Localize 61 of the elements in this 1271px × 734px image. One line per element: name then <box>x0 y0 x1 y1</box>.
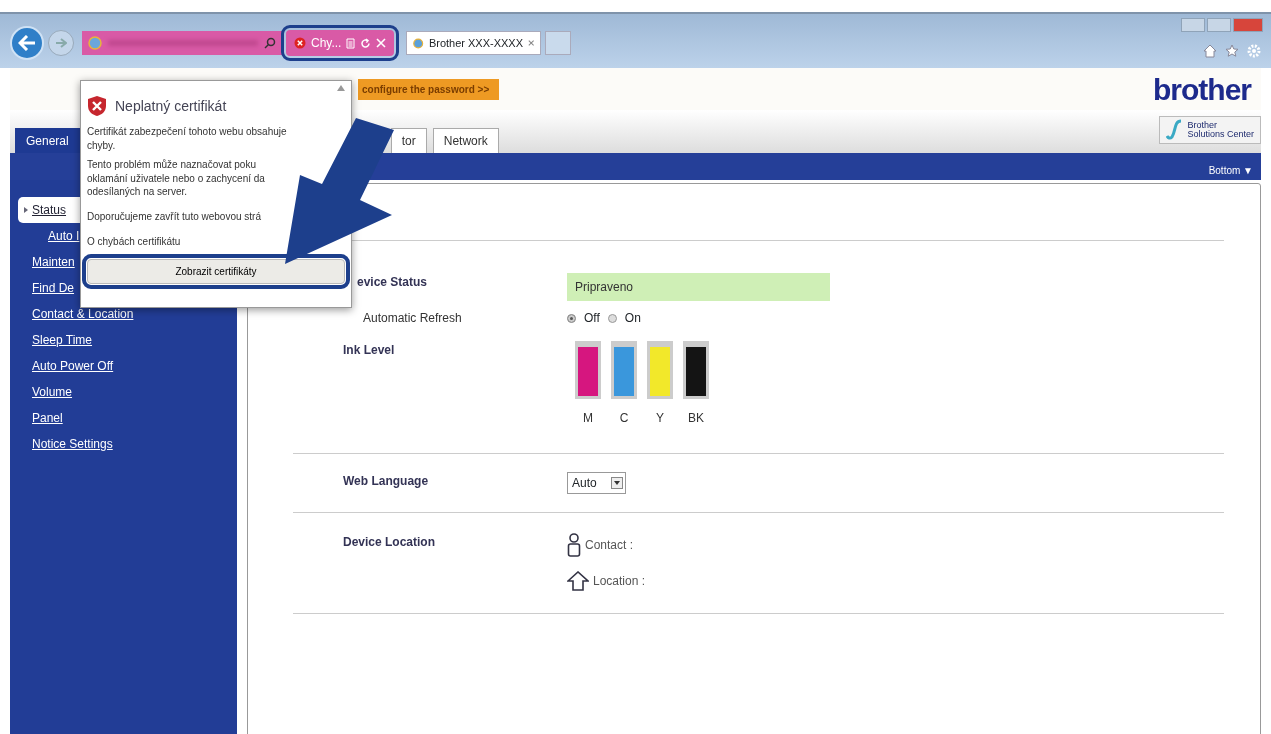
back-button[interactable] <box>10 26 44 60</box>
field-label: Device Location <box>343 534 437 551</box>
browser-tab[interactable]: Brother XXX-XXXX <box>406 31 542 55</box>
device-status-field: Pripraveno <box>567 273 830 301</box>
page-tab[interactable]: tor <box>390 128 427 153</box>
location-field-label: Contact : <box>585 537 634 554</box>
page-tab[interactable]: Network <box>432 128 499 153</box>
password-banner[interactable]: configure the password >> <box>358 78 500 100</box>
sidebar-item[interactable]: Panel <box>10 405 237 431</box>
house-icon <box>567 571 589 591</box>
close-icon <box>376 38 387 48</box>
radio-button[interactable] <box>567 313 576 323</box>
back-arrow-icon <box>18 35 36 51</box>
ink-label: BK <box>687 410 705 427</box>
settings-icon[interactable] <box>1247 44 1261 58</box>
popup-link[interactable]: Doporučujeme zavřít tuto webovou strá <box>87 208 261 224</box>
radio-button[interactable] <box>607 313 617 323</box>
sidebar-item[interactable]: Auto Power Off <box>10 353 237 379</box>
ink-label: M <box>582 410 594 427</box>
close-button[interactable] <box>1233 18 1263 32</box>
address-bar[interactable] <box>82 31 282 55</box>
popup-paragraph: Tento problém může naznačovat poku oklamání uživatele nebo o zachycení da odesílaných na server. <box>87 158 266 199</box>
popup-title: Neplatný certifikát <box>115 96 227 116</box>
language-select[interactable]: Auto <box>567 472 626 494</box>
location-field-label: Location : <box>593 573 646 590</box>
home-icon[interactable] <box>1203 44 1217 58</box>
brand-logo: brother <box>1153 71 1251 108</box>
minimize-button[interactable] <box>1181 18 1205 32</box>
popup-paragraph: Certifikát zabezpečení tohoto webu obsahuje chyby. <box>87 125 288 152</box>
search-icon[interactable] <box>264 37 276 49</box>
shield-error-icon <box>87 95 107 117</box>
page-tab[interactable]: General <box>15 128 80 153</box>
person-icon <box>567 533 581 557</box>
popup-link[interactable]: O chybách certifikátu <box>87 233 181 249</box>
radio-label: On <box>624 310 641 327</box>
bottom-link[interactable]: Bottom ▼ <box>1208 163 1253 178</box>
radio-label: Off <box>584 310 600 327</box>
forward-button[interactable] <box>48 30 74 56</box>
solutions-center-button[interactable]: Brother Solutions Center <box>1159 116 1261 144</box>
field-label: Ink Level <box>343 342 396 359</box>
page-icon <box>346 37 356 49</box>
maximize-button[interactable] <box>1207 18 1231 32</box>
dropdown-arrow-icon <box>613 481 620 485</box>
new-tab-button[interactable] <box>545 31 572 55</box>
field-label: Automatic Refresh <box>362 310 463 327</box>
sidebar-item[interactable]: Notice Settings <box>10 431 237 457</box>
refresh-icon <box>360 37 372 49</box>
bullet-icon <box>24 207 28 213</box>
globe-icon <box>88 36 102 50</box>
sidebar-item[interactable]: Volume <box>10 379 237 405</box>
ink-label: C <box>618 410 630 427</box>
sidebar-item[interactable]: Sleep Time <box>10 327 237 353</box>
error-icon <box>294 37 306 49</box>
globe-icon <box>413 36 424 50</box>
field-label: Web Language <box>343 473 430 490</box>
ink-label: Y <box>655 410 665 427</box>
close-icon[interactable] <box>528 39 535 47</box>
star-icon[interactable] <box>1225 44 1239 58</box>
scroll-up-icon[interactable] <box>337 85 345 91</box>
field-label: evice Status <box>356 274 429 291</box>
forward-arrow-icon <box>55 38 67 48</box>
